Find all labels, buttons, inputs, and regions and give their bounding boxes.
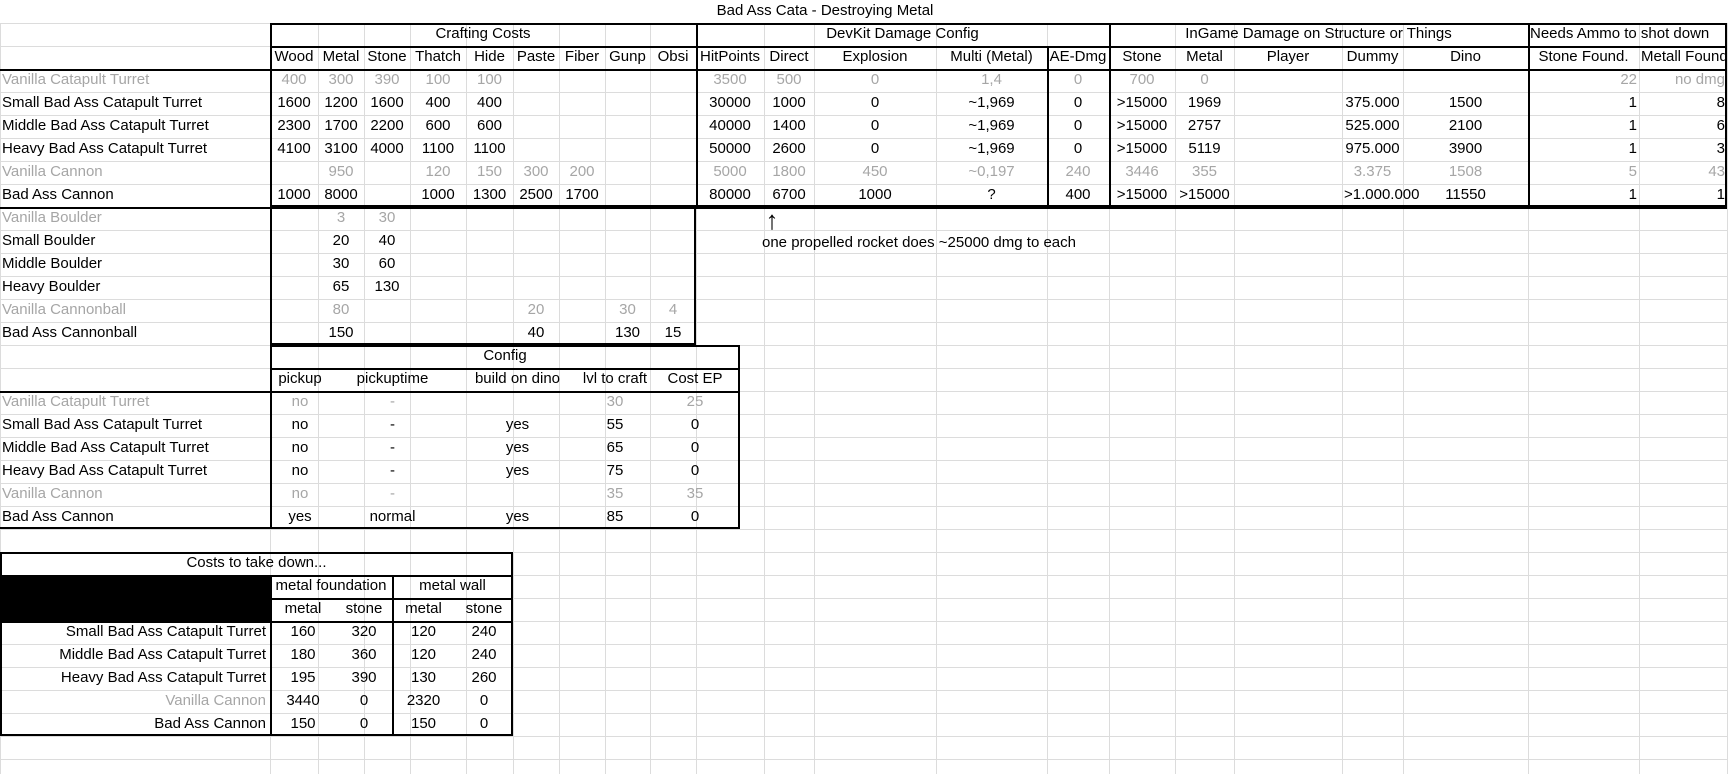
config-row-label: Small Bad Ass Catapult Turret (2, 416, 203, 433)
config-header-rule (0, 391, 740, 393)
ammo-table-frame (270, 207, 696, 345)
group-divider (1528, 23, 1530, 207)
takedown-title-rule (0, 575, 513, 577)
group-divider (1109, 23, 1111, 207)
grid-row-line (0, 368, 1728, 369)
sheet-title: Bad Ass Cata - Destroying Metal (716, 2, 934, 19)
row-label: Heavy Bad Ass Catapult Turret (2, 140, 208, 157)
main-table-frame (270, 23, 1727, 207)
ammo-row-label: Vanilla Cannonball (2, 301, 126, 318)
config-row-label: Middle Bad Ass Catapult Turret (2, 439, 209, 456)
group-divider (696, 23, 698, 207)
config-row-label: Vanilla Cannon (2, 485, 103, 502)
config-bottom-rule (0, 527, 270, 529)
grid-row-line (0, 345, 1728, 346)
grid-row-line (0, 736, 1728, 737)
grid-row-line (0, 529, 1728, 530)
takedown-group-rule (270, 598, 513, 600)
group-divider (1047, 46, 1049, 207)
row-label: Vanilla Catapult Turret (2, 71, 150, 88)
grid-row-line (0, 759, 1728, 760)
config-title-rule (270, 368, 740, 370)
main-bottom-rule (0, 207, 1727, 209)
ammo-row-label: Bad Ass Cannonball (2, 324, 138, 341)
row-label: Bad Ass Cannon (2, 186, 114, 203)
row-label: Middle Bad Ass Catapult Turret (2, 117, 209, 134)
config-row-label: Vanilla Catapult Turret (2, 393, 150, 410)
ammo-row-label: Middle Boulder (2, 255, 103, 272)
row-label: Small Bad Ass Catapult Turret (2, 94, 203, 111)
config-table-frame (270, 345, 740, 529)
config-row-label: Heavy Bad Ass Catapult Turret (2, 462, 208, 479)
note-text: one propelled rocket does ~25000 dmg to … (762, 234, 1076, 251)
header-rule (270, 46, 1727, 48)
config-row-label: Bad Ass Cannon (2, 508, 114, 525)
ammo-row-label: Heavy Boulder (2, 278, 101, 295)
takedown-header-rule (0, 621, 513, 623)
ammo-row-label: Small Boulder (2, 232, 96, 249)
row-label: Vanilla Cannon (2, 163, 103, 180)
takedown-table-frame (0, 552, 513, 736)
spreadsheet: Bad Ass Cata - Destroying Metal Crafting… (0, 0, 1728, 774)
ammo-row-label: Vanilla Boulder (2, 209, 102, 226)
header-bottom-rule (0, 69, 1727, 71)
